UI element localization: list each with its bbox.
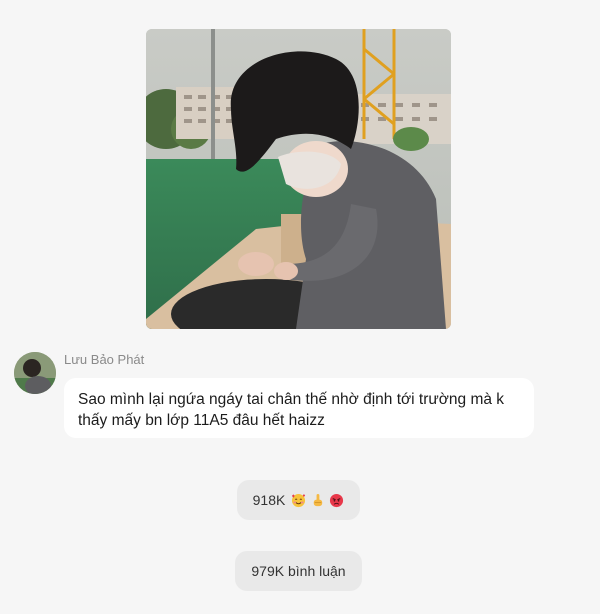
smiling-face-with-hearts-icon: [291, 493, 306, 508]
angry-face-icon: [329, 493, 344, 508]
reactions-button[interactable]: 918K: [237, 480, 360, 520]
message-text: Sao mình lại ngứa ngáy tai chân thế nhờ …: [78, 391, 505, 429]
comments-label: 979K bình luận: [251, 563, 346, 579]
avatar-image: [14, 352, 56, 394]
message-bubble[interactable]: Sao mình lại ngứa ngáy tai chân thế nhờ …: [64, 378, 534, 438]
comments-button[interactable]: 979K bình luận: [235, 551, 362, 591]
avatar[interactable]: [14, 352, 56, 394]
sender-name: Lưu Bảo Phát: [64, 352, 145, 367]
photo-image: [146, 29, 451, 329]
chat-screen: Lưu Bảo Phát Sao mình lại ngứa ngáy tai …: [0, 0, 600, 614]
middle-finger-icon: [310, 493, 325, 508]
reaction-count: 918K: [252, 492, 286, 508]
post-photo[interactable]: [146, 29, 451, 329]
